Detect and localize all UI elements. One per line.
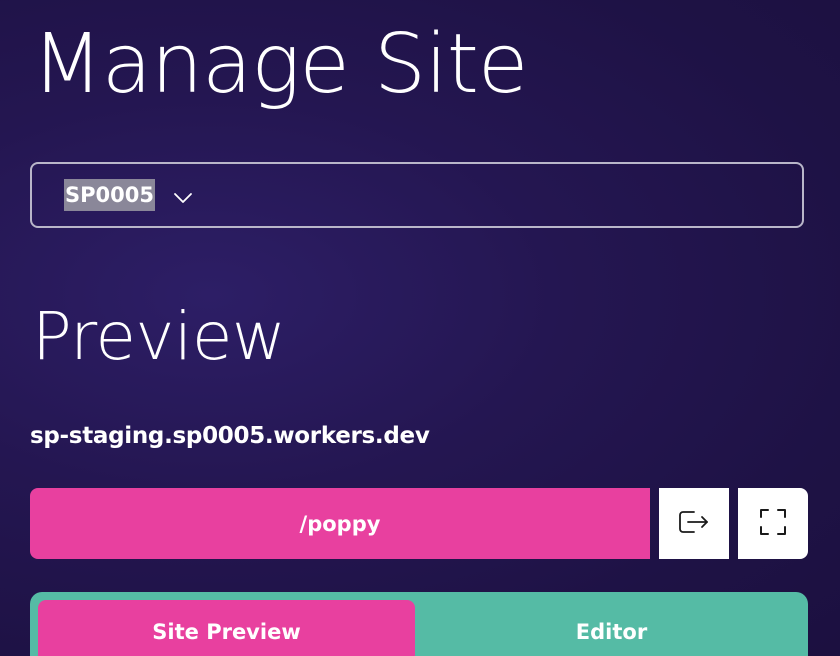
open-external-icon — [677, 508, 711, 540]
open-external-button[interactable] — [659, 488, 729, 559]
page-title: Manage Site — [32, 17, 528, 112]
path-button[interactable]: /poppy — [30, 488, 650, 559]
preview-section-title: Preview — [32, 298, 286, 375]
fullscreen-icon — [758, 507, 788, 541]
preview-url: sp-staging.sp0005.workers.dev — [30, 423, 430, 449]
tab-site-preview[interactable]: Site Preview — [38, 600, 415, 656]
preview-tabs: Site Preview Editor — [30, 592, 808, 656]
fullscreen-button[interactable] — [738, 488, 808, 559]
tab-editor[interactable]: Editor — [423, 600, 800, 656]
site-select-dropdown[interactable]: SP0005 — [30, 162, 804, 228]
site-select-value: SP0005 — [64, 179, 155, 211]
chevron-down-icon — [173, 189, 193, 203]
